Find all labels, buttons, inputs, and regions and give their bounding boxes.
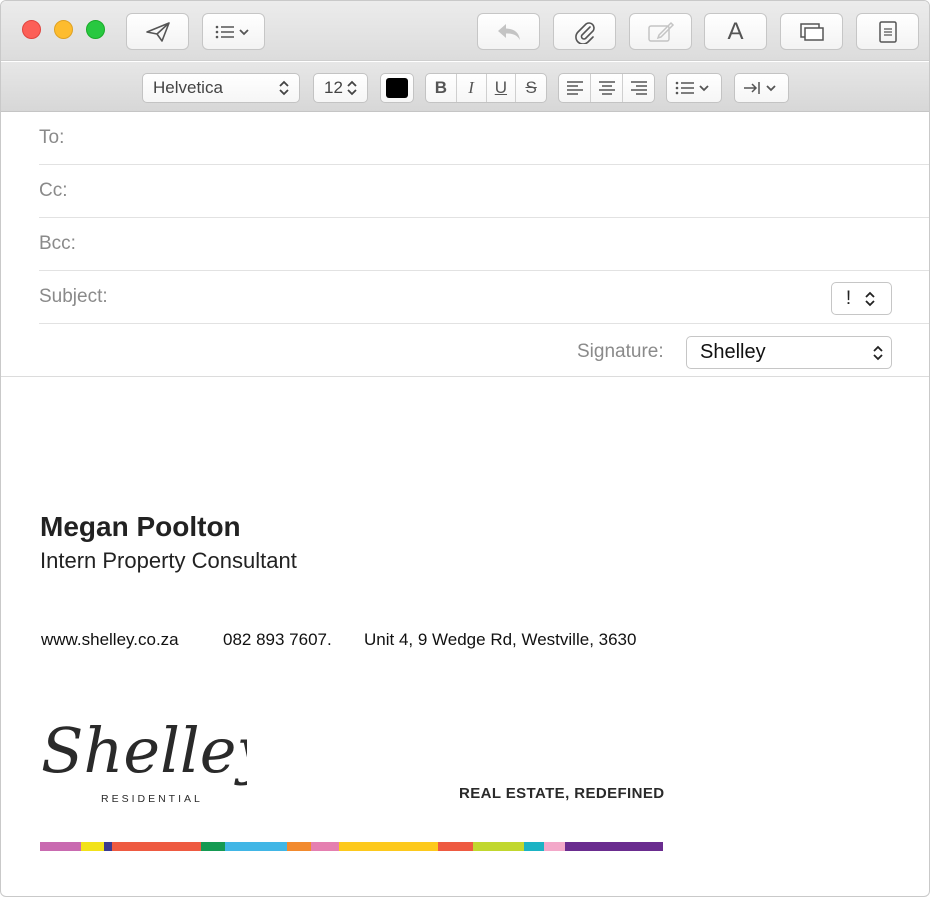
signature-address: Unit 4, 9 Wedge Rd, Westville, 3630	[364, 630, 637, 649]
align-right-button[interactable]	[623, 74, 654, 102]
strikethrough-button[interactable]: S	[516, 74, 546, 102]
align-right-icon	[630, 81, 647, 95]
color-stripe-segment	[112, 842, 201, 851]
color-stripe-segment	[473, 842, 524, 851]
logo-subtext: RESIDENTIAL	[101, 793, 203, 805]
font-family-select[interactable]: Helvetica	[142, 73, 300, 103]
bcc-field[interactable]: Bcc:	[39, 218, 929, 271]
stationery-icon	[878, 20, 897, 43]
to-field[interactable]: To:	[39, 112, 929, 165]
signature-name: Megan Poolton	[40, 511, 241, 542]
brand-color-stripe	[40, 842, 663, 851]
main-toolbar: A	[1, 1, 929, 61]
bcc-label: Bcc:	[39, 233, 76, 254]
align-center-icon	[598, 81, 615, 95]
up-down-chevron-icon	[347, 80, 357, 96]
color-stripe-segment	[225, 842, 287, 851]
reply-button[interactable]	[477, 13, 540, 50]
shelley-residential-logo: Shelley RESIDENTIAL	[41, 714, 247, 805]
font-size-select[interactable]: 12	[313, 73, 368, 103]
signature-website[interactable]: www.shelley.co.za	[41, 630, 179, 650]
bold-button[interactable]: B	[426, 74, 457, 102]
up-down-chevron-icon	[865, 291, 875, 306]
photo-browser-icon	[799, 22, 824, 41]
color-stripe-segment	[81, 842, 104, 851]
signature-phone: 082 893 7607.	[223, 630, 332, 649]
subject-label: Subject:	[39, 286, 108, 307]
paper-plane-icon	[145, 21, 170, 42]
cc-field[interactable]: Cc:	[39, 165, 929, 218]
underline-button[interactable]: U	[487, 74, 517, 102]
paperclip-icon	[574, 21, 595, 44]
color-stripe-segment	[40, 842, 81, 851]
text-color-swatch	[386, 78, 408, 98]
signature-label: Signature:	[577, 341, 664, 362]
font-size-value: 12	[324, 78, 343, 97]
up-down-chevron-icon	[279, 80, 289, 96]
priority-value: !	[845, 287, 852, 309]
color-stripe-segment	[544, 842, 565, 851]
color-stripe-segment	[201, 842, 225, 851]
alignment-group	[558, 73, 655, 103]
text-color-well[interactable]	[380, 73, 414, 103]
minimize-window-button[interactable]	[54, 20, 73, 39]
color-stripe-segment	[311, 842, 339, 851]
signature-job-title: Intern Property Consultant	[40, 548, 297, 573]
markup-icon	[647, 21, 674, 42]
align-left-icon	[566, 81, 583, 95]
indent-select[interactable]	[734, 73, 789, 103]
format-bar: Helvetica 12 B I U S	[1, 62, 929, 112]
color-stripe-segment	[339, 842, 438, 851]
signature-value: Shelley	[700, 341, 766, 363]
indent-icon	[743, 82, 776, 94]
list-icon	[215, 25, 249, 38]
fonts-button[interactable]: A	[704, 13, 767, 50]
signature-row: Signature: Shelley	[1, 324, 929, 377]
compose-window: A Helvetica 12 B I U S To: Cc: Bcc: Subj…	[0, 0, 930, 897]
priority-select[interactable]: !	[831, 282, 892, 315]
color-stripe-segment	[565, 842, 663, 851]
header-fields-button[interactable]	[202, 13, 265, 50]
stationery-button[interactable]	[856, 13, 919, 50]
zoom-window-button[interactable]	[86, 20, 105, 39]
font-family-value: Helvetica	[153, 78, 223, 97]
color-stripe-segment	[104, 842, 112, 851]
signature-select[interactable]: Shelley	[686, 336, 892, 369]
to-label: To:	[39, 127, 65, 148]
close-window-button[interactable]	[22, 20, 41, 39]
color-stripe-segment	[287, 842, 311, 851]
markup-button[interactable]	[629, 13, 692, 50]
text-style-group: B I U S	[425, 73, 547, 103]
italic-button[interactable]: I	[457, 74, 487, 102]
send-button[interactable]	[126, 13, 189, 50]
subject-field[interactable]: Subject:	[39, 271, 929, 324]
logo-script-text: Shelley	[41, 714, 247, 787]
color-stripe-segment	[438, 842, 473, 851]
signature-tagline: REAL ESTATE, REDEFINED	[459, 785, 665, 802]
attach-button[interactable]	[553, 13, 616, 50]
reply-arrow-icon	[497, 23, 520, 40]
color-stripe-segment	[524, 842, 544, 851]
align-left-button[interactable]	[559, 74, 591, 102]
browse-photos-button[interactable]	[780, 13, 843, 50]
font-a-icon: A	[727, 17, 744, 45]
list-style-select[interactable]	[666, 73, 722, 103]
bullet-list-icon	[675, 81, 709, 95]
align-center-button[interactable]	[591, 74, 623, 102]
cc-label: Cc:	[39, 180, 68, 201]
up-down-chevron-icon	[873, 345, 883, 360]
